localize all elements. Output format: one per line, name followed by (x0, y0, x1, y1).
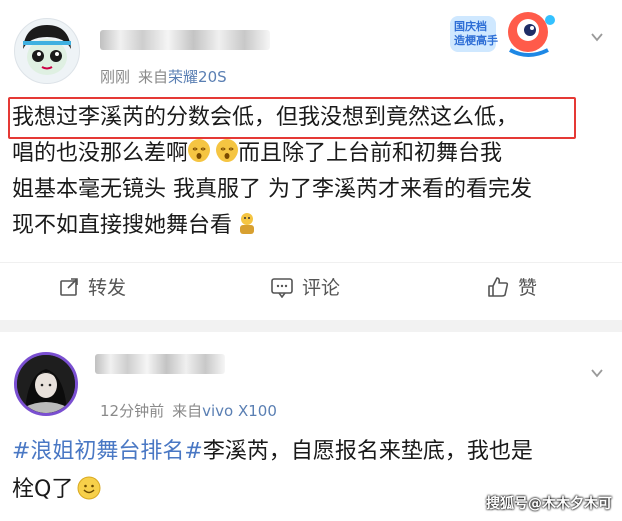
share-icon (60, 277, 78, 296)
post-text-line-2: 栓Q了 (12, 472, 101, 512)
post-text-line-2: 唱的也没那么差啊 而且除了上台前和初舞台我 (12, 136, 502, 172)
chevron-down-icon[interactable] (590, 366, 604, 380)
like-button[interactable]: 赞 (486, 273, 537, 300)
post-text-segment: 栓Q了 (12, 477, 74, 502)
post-text-line-4: 现不如直接搜她舞台看 (12, 208, 258, 248)
comment-icon (271, 277, 293, 298)
post-separator (0, 320, 622, 332)
post-time: 12分钟前 (100, 402, 165, 420)
chevron-down-icon[interactable] (590, 30, 604, 44)
action-bar: 转发 评论 赞 (0, 262, 622, 315)
avatar[interactable] (14, 18, 80, 84)
post-text-line-1: 我想过李溪芮的分数会低，但我没想到竟然这么低， (12, 105, 519, 130)
source-prefix: 来自 (138, 68, 169, 86)
dizzy-face-emoji (188, 139, 211, 162)
sitting-figure-emoji (236, 212, 258, 248)
post-text-line-3: 姐基本毫无镜头 我真服了 为了李溪芮才来看的看完发 (12, 177, 532, 202)
source-device[interactable]: vivo X100 (202, 402, 277, 420)
comment-label: 评论 (302, 277, 341, 299)
username-blurred[interactable] (95, 354, 225, 374)
dizzy-face-emoji (216, 139, 239, 162)
weibo-post-2: 12分钟前 来自vivo X100 #浪姐初舞台排名#李溪芮，自愿报名来垫底，我也… (0, 332, 622, 521)
repost-button[interactable]: 转发 (58, 273, 126, 300)
post-text-segment: 而且除了上台前和初舞台我 (238, 141, 503, 166)
post-meta: 12分钟前 来自vivo X100 (100, 400, 277, 421)
post-text-segment: 唱的也没那么差啊 (12, 141, 189, 166)
thumbs-up-icon (488, 276, 509, 297)
source-device[interactable]: 荣耀20S (168, 68, 227, 86)
source-prefix: 来自 (172, 402, 203, 420)
comment-button[interactable]: 评论 (270, 273, 340, 300)
badge-line2: 造梗高手 (454, 34, 498, 47)
smile-emoji (77, 476, 101, 512)
post-text-segment: 现不如直接搜她舞台看 (12, 213, 233, 238)
event-badge[interactable]: 国庆档 造梗高手 (448, 6, 558, 62)
post-text-segment: 李溪芮，自愿报名来垫底，我也是 (202, 439, 533, 464)
watermark: 搜狐号@木木夕木可 (486, 496, 612, 512)
repost-label: 转发 (88, 277, 127, 299)
like-label: 赞 (518, 277, 538, 299)
avatar[interactable] (14, 352, 78, 416)
hashtag-link[interactable]: #浪姐初舞台排名# (12, 439, 203, 464)
weibo-post-1: 刚刚 来自荣耀20S 国庆档 造梗高手 我想过李溪芮的分数会低，但我没想到竟然这么… (0, 0, 622, 320)
post-text-line-1: #浪姐初舞台排名#李溪芮，自愿报名来垫底，我也是 (12, 434, 533, 470)
badge-line1: 国庆档 (454, 20, 487, 33)
post-meta: 刚刚 来自荣耀20S (100, 66, 227, 87)
username-blurred[interactable] (100, 30, 270, 50)
post-time: 刚刚 (100, 68, 131, 86)
